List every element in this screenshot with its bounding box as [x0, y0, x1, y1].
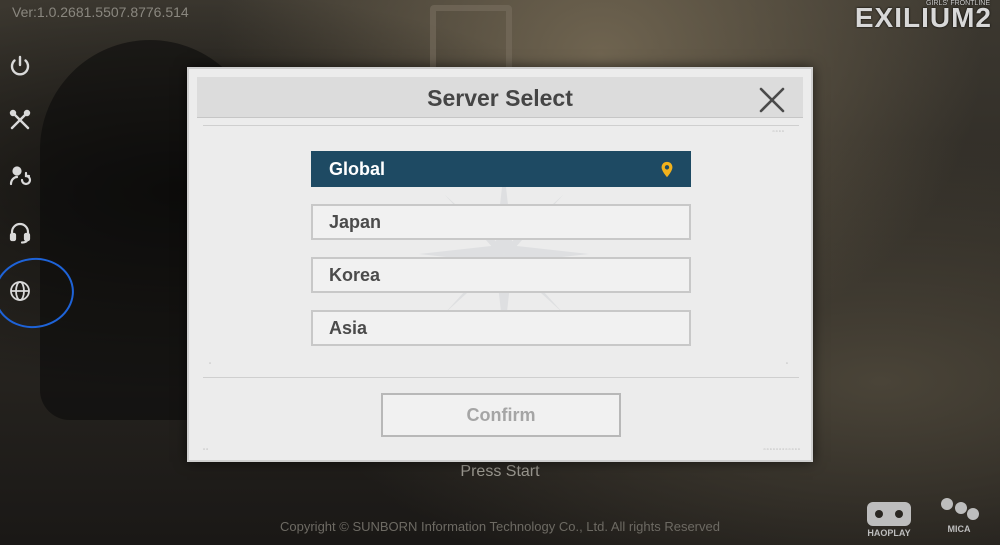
version-label: Ver:1.0.2681.5507.8776.514	[12, 4, 189, 20]
server-option-japan[interactable]: Japan	[311, 204, 691, 240]
decor-mark-top-right: ▫▫▫▫	[772, 129, 785, 135]
mica-dots-icon	[936, 498, 982, 522]
tools-icon[interactable]	[6, 106, 34, 134]
account-switch-icon[interactable]	[6, 162, 34, 190]
close-button[interactable]	[757, 85, 787, 115]
server-select-dialog: Server Select ▫▫▫▫ ▫ ▫ ▫▫ ▫▫▫▫▫▫▫▫▫▫▫▫ G…	[187, 67, 813, 462]
gamepad-icon	[867, 502, 911, 526]
server-option-label: Asia	[329, 317, 368, 338]
dialog-header: Server Select	[197, 77, 803, 118]
server-option-label: Global	[329, 158, 386, 179]
server-option-label: Korea	[329, 264, 381, 285]
close-icon	[759, 87, 785, 113]
divider-top	[203, 125, 799, 126]
mica-logo-text: MICA	[947, 524, 971, 534]
confirm-button[interactable]: Confirm	[381, 393, 621, 437]
mica-logo: MICA	[936, 498, 982, 534]
decor-mark-bottom-left: ▫▫	[203, 447, 210, 453]
copyright-text: Copyright © SUNBORN Information Technolo…	[280, 519, 720, 534]
game-logo: GIRLS' FRONTLINE EXILIUM2	[855, 0, 992, 34]
server-option-asia[interactable]: Asia	[311, 310, 691, 346]
decor-mark-right: ▫	[785, 361, 789, 367]
haoplay-logo: HAOPLAY	[866, 502, 912, 538]
dialog-title: Server Select	[427, 85, 573, 111]
haoplay-logo-text: HAOPLAY	[867, 528, 911, 538]
power-icon[interactable]	[6, 52, 34, 80]
press-start-text[interactable]: Press Start	[0, 463, 1000, 481]
server-option-label: Japan	[329, 211, 382, 232]
server-option-korea[interactable]: Korea	[311, 257, 691, 293]
game-logo-sub: GIRLS' FRONTLINE	[926, 0, 990, 7]
headset-icon[interactable]	[6, 218, 34, 246]
divider-bottom	[203, 377, 799, 378]
location-pin-icon	[661, 161, 673, 178]
server-option-global[interactable]: Global	[311, 151, 691, 187]
decor-mark-left: ▫	[209, 361, 213, 367]
decor-mark-bottom-right: ▫▫▫▫▫▫▫▫▫▫▫▫	[763, 447, 801, 453]
